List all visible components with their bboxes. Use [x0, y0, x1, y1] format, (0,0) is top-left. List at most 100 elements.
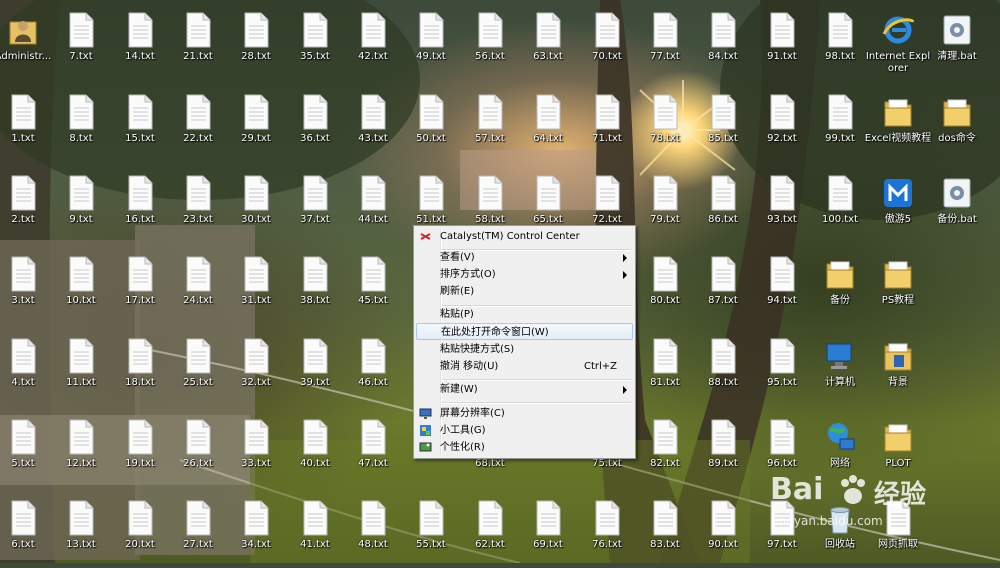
desktop-icon[interactable]: 40.txt [285, 411, 345, 487]
desktop-icon[interactable]: 57.txt [460, 86, 520, 162]
desktop-icon[interactable]: 88.txt [693, 330, 753, 406]
desktop-icon[interactable]: 84.txt [693, 4, 753, 80]
desktop-icon[interactable]: Excel视频教程 [865, 86, 931, 162]
desktop-icon[interactable]: 32.txt [226, 330, 286, 406]
desktop-icon[interactable]: 17.txt [110, 248, 170, 324]
menu-item-screen-resolution[interactable]: 屏幕分辨率(C) [416, 405, 633, 422]
desktop-icon[interactable]: 63.txt [518, 4, 578, 80]
desktop-icon[interactable]: Administr... [0, 4, 53, 80]
menu-item-sort-by[interactable]: 排序方式(O) [416, 266, 633, 283]
desktop-icon[interactable]: 26.txt [168, 411, 228, 487]
desktop-icon[interactable]: 62.txt [460, 492, 520, 568]
desktop-icon[interactable]: 98.txt [810, 4, 870, 80]
menu-item-catalyst[interactable]: Catalyst(TM) Control Center [416, 228, 633, 245]
desktop-icon[interactable]: 清理.bat [927, 4, 987, 80]
desktop-icon[interactable]: Internet Explorer [866, 4, 930, 80]
desktop-icon[interactable]: 42.txt [343, 4, 403, 80]
desktop-icon[interactable]: 网页抓取 [868, 492, 928, 568]
desktop-icon[interactable]: 18.txt [110, 330, 170, 406]
desktop-icon[interactable]: 24.txt [168, 248, 228, 324]
desktop-icon[interactable]: 81.txt [635, 330, 695, 406]
desktop-icon[interactable]: 97.txt [752, 492, 812, 568]
desktop-icon[interactable]: 30.txt [226, 167, 286, 243]
desktop-icon[interactable]: 8.txt [51, 86, 111, 162]
desktop-icon[interactable]: 22.txt [168, 86, 228, 162]
menu-item-undo-move[interactable]: 撤消 移动(U) Ctrl+Z [416, 358, 633, 375]
menu-item-personalize[interactable]: 个性化(R) [416, 439, 633, 456]
desktop-icon[interactable]: 64.txt [518, 86, 578, 162]
desktop-icon[interactable]: dos命令 [927, 86, 987, 162]
desktop-icon[interactable]: 46.txt [343, 330, 403, 406]
desktop-icon[interactable]: 89.txt [693, 411, 753, 487]
desktop-icon[interactable]: 50.txt [401, 86, 461, 162]
desktop-icon[interactable]: 44.txt [343, 167, 403, 243]
desktop-icon[interactable]: 4.txt [0, 330, 53, 406]
desktop-icon[interactable]: 71.txt [577, 86, 637, 162]
desktop-icon[interactable]: 13.txt [51, 492, 111, 568]
desktop-icon[interactable]: 9.txt [51, 167, 111, 243]
desktop-icon[interactable]: 2.txt [0, 167, 53, 243]
menu-item-gadgets[interactable]: 小工具(G) [416, 422, 633, 439]
desktop-icon[interactable]: 3.txt [0, 248, 53, 324]
desktop-icon[interactable]: 31.txt [226, 248, 286, 324]
desktop-icon[interactable]: 55.txt [401, 492, 461, 568]
desktop-icon[interactable]: 28.txt [226, 4, 286, 80]
desktop-icon[interactable]: 76.txt [577, 492, 637, 568]
desktop-icon[interactable]: 56.txt [460, 4, 520, 80]
desktop-icon[interactable]: 43.txt [343, 86, 403, 162]
desktop-icon[interactable]: 36.txt [285, 86, 345, 162]
desktop-icon[interactable]: 25.txt [168, 330, 228, 406]
menu-item-new[interactable]: 新建(W) [416, 381, 633, 398]
desktop-icon[interactable]: 14.txt [110, 4, 170, 80]
menu-item-view[interactable]: 查看(V) [416, 249, 633, 266]
desktop-icon[interactable]: 93.txt [752, 167, 812, 243]
desktop-icon[interactable]: 19.txt [110, 411, 170, 487]
desktop-icon[interactable]: 12.txt [51, 411, 111, 487]
desktop-icon[interactable]: 38.txt [285, 248, 345, 324]
desktop-icon[interactable]: 37.txt [285, 167, 345, 243]
desktop-icon[interactable]: 86.txt [693, 167, 753, 243]
desktop-icon[interactable]: 48.txt [343, 492, 403, 568]
desktop-icon[interactable]: 95.txt [752, 330, 812, 406]
desktop-icon[interactable]: 20.txt [110, 492, 170, 568]
desktop-icon[interactable]: 6.txt [0, 492, 53, 568]
desktop-icon[interactable]: 5.txt [0, 411, 53, 487]
desktop-icon[interactable]: 79.txt [635, 167, 695, 243]
desktop-icon[interactable]: 87.txt [693, 248, 753, 324]
desktop-icon[interactable]: 34.txt [226, 492, 286, 568]
menu-item-paste-shortcut[interactable]: 粘贴快捷方式(S) [416, 341, 633, 358]
menu-item-open-command-window[interactable]: 在此处打开命令窗口(W) [416, 323, 633, 340]
desktop-icon[interactable]: 回收站 [810, 492, 870, 568]
desktop-icon[interactable]: 35.txt [285, 4, 345, 80]
desktop-icon[interactable]: 91.txt [752, 4, 812, 80]
desktop-icon[interactable]: 1.txt [0, 86, 53, 162]
desktop-icon[interactable]: 29.txt [226, 86, 286, 162]
desktop-icon[interactable]: 96.txt [752, 411, 812, 487]
desktop-icon[interactable]: 69.txt [518, 492, 578, 568]
desktop-icon[interactable]: 47.txt [343, 411, 403, 487]
desktop-icon[interactable]: 15.txt [110, 86, 170, 162]
desktop-icon[interactable]: PLOT [868, 411, 928, 487]
desktop-icon[interactable]: 16.txt [110, 167, 170, 243]
desktop-icon[interactable]: 7.txt [51, 4, 111, 80]
desktop-icon[interactable]: 85.txt [693, 86, 753, 162]
desktop-icon[interactable]: 82.txt [635, 411, 695, 487]
menu-item-refresh[interactable]: 刷新(E) [416, 283, 633, 300]
desktop-icon[interactable]: 11.txt [51, 330, 111, 406]
desktop-icon[interactable]: 80.txt [635, 248, 695, 324]
desktop-icon[interactable]: 网络 [810, 411, 870, 487]
desktop-icon[interactable]: 27.txt [168, 492, 228, 568]
desktop-icon[interactable]: 77.txt [635, 4, 695, 80]
menu-item-paste[interactable]: 粘贴(P) [416, 306, 633, 323]
desktop-icon[interactable]: 备份.bat [927, 167, 987, 243]
desktop-icon[interactable]: PS教程 [868, 248, 928, 324]
desktop-icon[interactable]: 92.txt [752, 86, 812, 162]
desktop-icon[interactable]: 83.txt [635, 492, 695, 568]
desktop-icon[interactable]: 背景 [868, 330, 928, 406]
desktop-icon[interactable]: 41.txt [285, 492, 345, 568]
desktop-icon[interactable]: 94.txt [752, 248, 812, 324]
desktop-icon[interactable]: 10.txt [51, 248, 111, 324]
desktop-icon[interactable]: 100.txt [810, 167, 870, 243]
desktop-icon[interactable]: 39.txt [285, 330, 345, 406]
desktop-icon[interactable]: 45.txt [343, 248, 403, 324]
